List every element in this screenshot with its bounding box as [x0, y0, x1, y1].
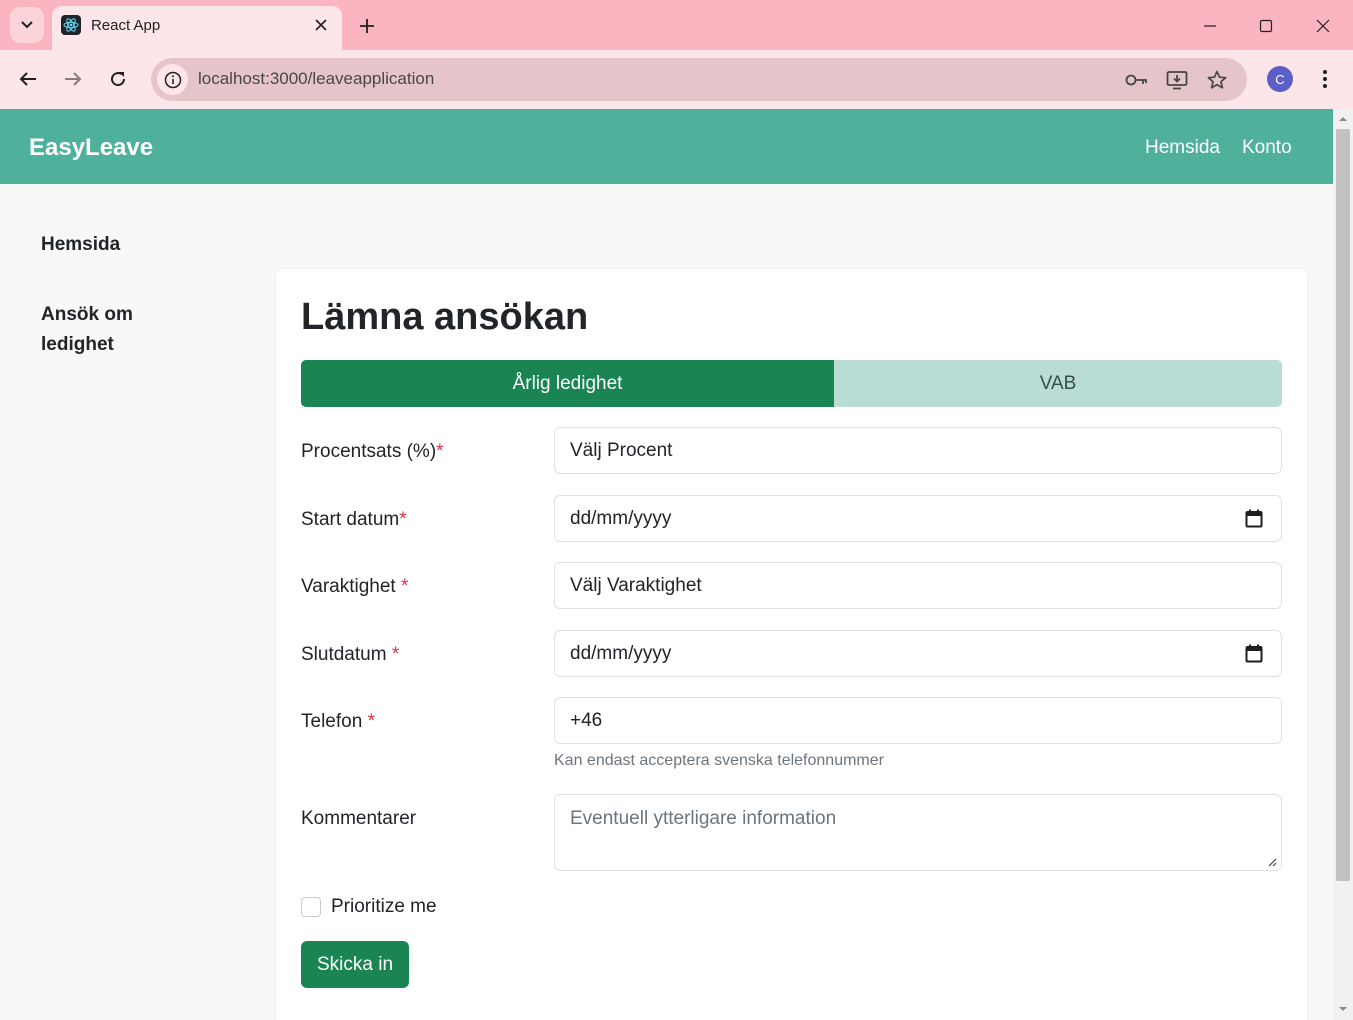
comments-placeholder: Eventuell ytterligare information: [570, 808, 837, 829]
phone-label-text: Telefon: [301, 711, 363, 732]
reload-icon: [111, 72, 126, 87]
react-logo-icon: [61, 15, 81, 35]
end-date-label: Slutdatum *: [301, 644, 399, 666]
duration-label: Varaktighet *: [301, 576, 408, 598]
profile-avatar[interactable]: C: [1267, 66, 1293, 92]
end-date-value: dd/mm/yyyy: [570, 642, 672, 664]
chevron-down-icon: [21, 21, 33, 29]
scroll-down-arrow-icon[interactable]: [1338, 1004, 1348, 1014]
leave-application-card: Lämna ansökan Årlig ledighet VAB Procent…: [276, 269, 1307, 1020]
calendar-icon[interactable]: [1245, 509, 1263, 528]
phone-input-value: +46: [570, 709, 603, 731]
start-date-value: dd/mm/yyyy: [570, 507, 672, 529]
maximize-button[interactable]: [1252, 12, 1280, 40]
tab-vab[interactable]: VAB: [834, 360, 1282, 407]
start-date-input[interactable]: dd/mm/yyyy: [554, 495, 1282, 542]
address-bar[interactable]: localhost:3000/leaveapplication: [151, 58, 1247, 101]
percent-select-value: Välj Procent: [570, 439, 673, 461]
page-scrollbar[interactable]: [1333, 109, 1353, 1020]
start-date-label-text: Start datum: [301, 509, 400, 530]
bookmark-star-icon[interactable]: [1204, 67, 1230, 93]
percent-label: Procentsats (%)*: [301, 441, 444, 463]
phone-input[interactable]: +46: [554, 697, 1282, 744]
scrollbar-thumb[interactable]: [1336, 129, 1350, 881]
tab-search-button[interactable]: [10, 7, 44, 43]
close-window-button[interactable]: [1309, 12, 1337, 40]
page-viewport: EasyLeave Hemsida Konto Hemsida Ansök om…: [0, 109, 1333, 1020]
prioritize-checkbox[interactable]: [301, 897, 321, 917]
duration-label-text: Varaktighet: [301, 576, 396, 597]
arrow-left-icon: [19, 72, 36, 86]
back-button[interactable]: [11, 62, 45, 96]
site-info-icon[interactable]: [157, 64, 188, 95]
browser-tab[interactable]: React App: [52, 6, 342, 50]
phone-label: Telefon *: [301, 711, 375, 733]
required-mark: *: [367, 711, 375, 732]
browser-tab-bar: React App: [0, 0, 1353, 50]
duration-select[interactable]: Välj Varaktighet: [554, 562, 1282, 609]
page-title: Lämna ansökan: [301, 296, 589, 338]
percent-select[interactable]: Välj Procent: [554, 427, 1282, 474]
required-mark: *: [399, 509, 407, 530]
close-tab-icon[interactable]: [312, 16, 330, 34]
end-date-label-text: Slutdatum: [301, 644, 387, 665]
comments-label: Kommentarer: [301, 808, 417, 829]
submit-button[interactable]: Skicka in: [301, 941, 409, 988]
app-navbar: EasyLeave Hemsida Konto: [0, 109, 1333, 184]
new-tab-button[interactable]: [354, 13, 380, 39]
end-date-input[interactable]: dd/mm/yyyy: [554, 630, 1282, 677]
minimize-button[interactable]: [1196, 12, 1224, 40]
minimize-icon: [1204, 25, 1216, 27]
nav-link-konto[interactable]: Konto: [1242, 137, 1292, 159]
forward-button[interactable]: [56, 62, 90, 96]
duration-select-value: Välj Varaktighet: [570, 574, 702, 596]
prioritize-checkbox-label[interactable]: Prioritize me: [331, 896, 437, 918]
sidebar-item-hemsida[interactable]: Hemsida: [41, 230, 120, 260]
nav-link-hemsida[interactable]: Hemsida: [1145, 137, 1220, 159]
reload-button[interactable]: [101, 62, 135, 96]
plus-icon: [360, 19, 374, 33]
phone-help-text: Kan endast acceptera svenska telefonnumm…: [554, 752, 884, 769]
brand-logo[interactable]: EasyLeave: [29, 134, 153, 162]
password-key-icon[interactable]: [1124, 67, 1150, 93]
sidebar-item-label-line1: Ansök om: [41, 304, 133, 325]
required-mark: *: [391, 644, 400, 665]
resize-handle-icon[interactable]: [1267, 857, 1277, 867]
tab-arlig-ledighet[interactable]: Årlig ledighet: [301, 360, 834, 407]
comments-textarea[interactable]: Eventuell ytterligare information: [554, 794, 1282, 871]
browser-menu-icon[interactable]: [1312, 64, 1338, 94]
browser-toolbar: localhost:3000/leaveapplication C: [0, 50, 1353, 109]
scroll-up-arrow-icon[interactable]: [1338, 114, 1348, 124]
percent-label-text: Procentsats (%): [301, 441, 437, 462]
start-date-label: Start datum*: [301, 509, 407, 531]
calendar-icon[interactable]: [1245, 644, 1263, 663]
sidebar-item-ansok-om-ledighet[interactable]: Ansök om ledighet: [41, 300, 133, 360]
required-mark: *: [436, 441, 444, 462]
maximize-icon: [1259, 19, 1273, 33]
arrow-right-icon: [65, 72, 82, 86]
sidebar-item-label-line2: ledighet: [41, 334, 114, 355]
close-icon: [1316, 19, 1330, 33]
install-app-icon[interactable]: [1164, 67, 1190, 93]
required-mark: *: [400, 576, 409, 597]
url-text[interactable]: localhost:3000/leaveapplication: [198, 69, 434, 89]
tab-title: React App: [91, 17, 161, 34]
